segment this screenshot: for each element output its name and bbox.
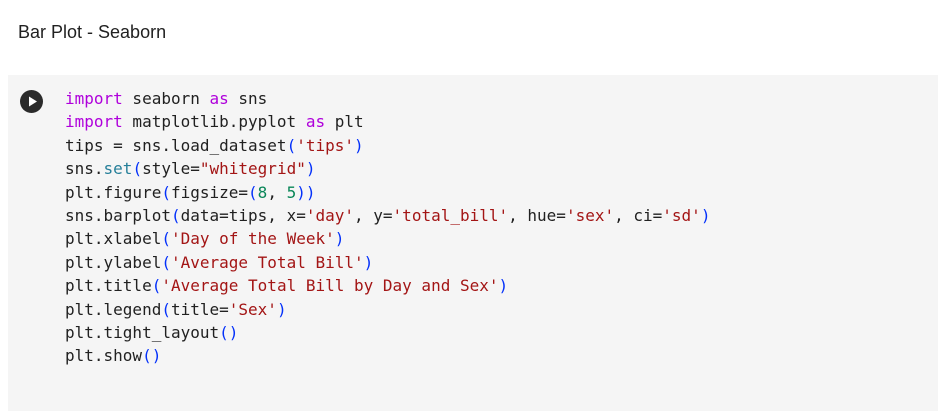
code-token-plain: plt.xlabel [65,229,162,249]
code-token-kw: import [65,112,123,132]
code-token-par: ) [276,299,287,319]
run-cell-button[interactable] [20,90,43,113]
code-token-plain: sns.barplot [65,205,171,225]
code-token-par: ( [286,135,297,155]
code-line: sns.barplot(data=tips, x='day', y='total… [65,204,710,227]
code-token-par: ( [170,205,181,225]
code-token-str: 'tips' [296,135,354,155]
code-token-num: 5 [286,182,297,202]
code-token-plain: matplotlib.pyplot [122,112,306,132]
code-token-par: () [142,346,162,366]
code-token-plain: plt.show [65,346,143,366]
code-token-par: ) [305,159,316,179]
code-line: plt.title('Average Total Bill by Day and… [65,274,710,297]
code-token-plain: , hue= [508,205,566,225]
code-line: tips = sns.load_dataset('tips') [65,134,710,157]
code-token-str: 'Average Total Bill' [170,252,364,272]
code-token-str: 'sd' [662,205,701,225]
code-token-plain: seaborn [122,89,210,108]
code-token-plain: style= [142,159,200,179]
code-token-par: ) [354,135,364,155]
code-token-kw: import [65,89,123,108]
code-token-plain: plt.title [65,276,152,296]
code-token-par: ) [700,205,711,225]
code-token-kw: as [209,89,229,108]
code-line: plt.show() [65,344,710,367]
code-token-plain: , y= [354,205,393,225]
code-token-str: 'day' [305,205,355,225]
code-token-plain: sns [228,89,268,108]
code-token-plain: sns. [65,159,104,179]
code-token-plain: tips = sns.load_dataset [65,135,287,155]
code-token-par: ) [334,229,345,249]
code-line: plt.figure(figsize=(8, 5)) [65,181,710,204]
code-token-plain: plt [325,112,364,132]
code-token-par: ( [151,276,162,296]
code-token-kw: as [305,112,326,132]
code-token-par: ) [363,252,374,272]
code-token-plain: plt.figure [65,182,162,202]
code-token-plain: plt.tight_layout [65,322,220,342]
code-token-par: () [219,322,239,342]
code-token-plain: title= [170,299,229,319]
code-token-par: ) [498,276,509,296]
code-token-plain: figsize= [170,182,249,202]
code-token-str: 'total_bill' [392,205,509,225]
code-token-par: ( [248,182,258,202]
code-token-plain: , [267,182,287,202]
code-cell[interactable]: import seaborn as sns import matplotlib.p… [8,75,938,411]
code-token-num: 8 [257,182,268,202]
code-token-str: 'Day of the Week' [170,229,335,249]
notebook-page: Bar Plot - Seaborn import seaborn as sns… [0,0,938,411]
code-token-str: "whitegrid" [199,159,306,179]
code-line: plt.legend(title='Sex') [65,298,710,321]
code-line: plt.xlabel('Day of the Week') [65,227,710,250]
code-token-str: 'Average Total Bill by Day and Sex' [161,276,499,296]
code-token-plain: data=tips, x= [180,205,306,225]
code-line: import matplotlib.pyplot as plt [65,110,710,133]
code-token-par: ( [161,252,171,272]
code-token-plain: , ci= [614,205,663,225]
code-token-str: 'Sex' [228,299,277,319]
code-line: plt.tight_layout() [65,321,710,344]
code-line: plt.ylabel('Average Total Bill') [65,251,710,274]
code-token-fn: set [103,159,133,179]
code-token-str: 'sex' [565,205,615,225]
code-editor[interactable]: import seaborn as sns import matplotlib.p… [65,87,710,368]
section-heading: Bar Plot - Seaborn [18,22,167,42]
code-token-plain: plt.legend [65,299,162,319]
code-token-par: ( [161,182,171,202]
code-token-par: ( [132,159,143,179]
code-token-par: )) [296,182,316,202]
code-line: import seaborn as sns [65,87,710,110]
code-token-par: ( [161,299,171,319]
code-token-plain: plt.ylabel [65,252,162,272]
code-token-par: ( [161,229,171,249]
code-line: sns.set(style="whitegrid") [65,157,710,180]
play-icon [29,96,37,107]
